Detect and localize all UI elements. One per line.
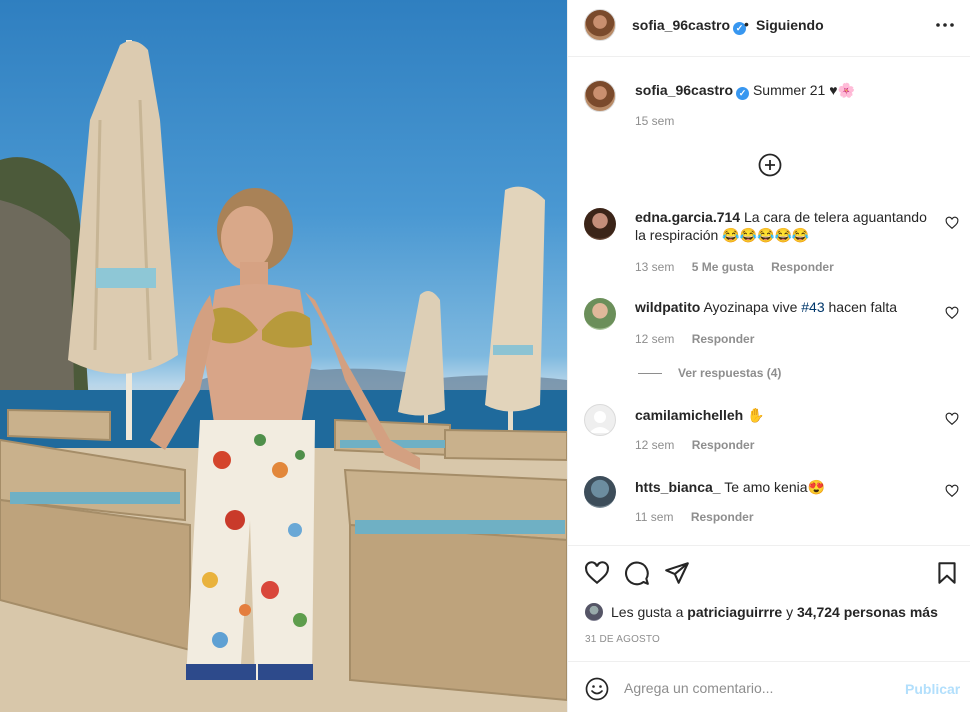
liker-username[interactable]: patriciaguirrre: [687, 604, 782, 620]
commenter-username[interactable]: htts_bianca_: [635, 479, 721, 495]
comment-input[interactable]: [624, 676, 894, 700]
comment-text: camilamichelleh ✋: [635, 406, 935, 424]
like-comment-heart-icon[interactable]: [945, 484, 959, 498]
like-comment-heart-icon[interactable]: [945, 216, 959, 230]
view-replies-label: Ver respuestas (4): [678, 366, 782, 380]
caption-username[interactable]: sofia_96castro: [635, 82, 733, 98]
replies-divider-line: [638, 373, 662, 375]
comment-body: Te amo kenia😍: [724, 479, 825, 495]
comment-body: ✋: [747, 407, 765, 423]
owner-avatar[interactable]: [584, 9, 616, 41]
caption-time[interactable]: 15 sem: [635, 114, 674, 128]
share-paper-plane-icon[interactable]: [664, 560, 690, 586]
caption-text: Summer 21 ♥🌸: [752, 82, 855, 98]
owner-username-row: sofia_96castro ✓: [632, 17, 747, 35]
commenter-username[interactable]: edna.garcia.714: [635, 209, 740, 225]
publish-button[interactable]: Publicar: [905, 681, 960, 697]
comment-text: htts_bianca_ Te amo kenia😍: [635, 478, 935, 496]
add-comment-bar: Publicar: [568, 661, 970, 712]
beach-scene-illustration: [0, 40, 567, 712]
reply-button[interactable]: Responder: [692, 438, 755, 452]
post-actions: Les gusta a patriciaguirrre y 34,724 per…: [568, 545, 970, 661]
follow-separator: •: [744, 16, 749, 32]
like-comment-heart-icon[interactable]: [945, 306, 959, 320]
hashtag-link[interactable]: #43: [801, 299, 824, 315]
post-header: sofia_96castro ✓ • Siguiendo: [568, 0, 970, 57]
caption: sofia_96castro ✓ Summer 21 ♥🌸: [635, 82, 855, 100]
like-comment-heart-icon[interactable]: [945, 412, 959, 426]
post-photo[interactable]: [0, 0, 567, 712]
comment-body: Ayozinapa vive: [703, 299, 798, 315]
reply-button[interactable]: Responder: [692, 332, 755, 346]
comment-bubble-icon[interactable]: [624, 560, 650, 586]
default-avatar-icon: [589, 411, 611, 433]
emoji-icon[interactable]: [585, 677, 609, 701]
commenter-avatar[interactable]: [584, 298, 616, 330]
comment-time[interactable]: 12 sem: [635, 332, 674, 346]
comment-meta: 11 sem Responder: [635, 510, 768, 524]
more-options-icon[interactable]: [934, 14, 956, 36]
comment-likes[interactable]: 5 Me gusta: [692, 260, 754, 274]
likes-prefix: Les gusta a: [611, 604, 684, 620]
likes-summary: Les gusta a patriciaguirrre y 34,724 per…: [585, 603, 938, 621]
commenter-avatar[interactable]: [584, 208, 616, 240]
likes-middle: y: [786, 604, 794, 620]
verified-badge-icon: ✓: [736, 87, 750, 100]
commenter-avatar[interactable]: [584, 404, 616, 436]
liker-avatar[interactable]: [585, 603, 603, 621]
commenter-username[interactable]: wildpatito: [635, 299, 700, 315]
comment-text: edna.garcia.714 La cara de telera aguant…: [635, 208, 935, 244]
comment-time[interactable]: 13 sem: [635, 260, 674, 274]
comment-meta: 13 sem 5 Me gusta Responder: [635, 260, 848, 274]
owner-username[interactable]: sofia_96castro: [632, 17, 730, 33]
like-heart-icon[interactable]: [584, 560, 610, 586]
post-detail-panel: sofia_96castro ✓ • Siguiendo sofia_96cast…: [567, 0, 970, 712]
comment-time[interactable]: 12 sem: [635, 438, 674, 452]
comment-text: wildpatito Ayozinapa vive #43 hacen falt…: [635, 298, 935, 316]
commenter-avatar[interactable]: [584, 476, 616, 508]
comment-meta: 12 sem Responder: [635, 332, 768, 346]
view-replies-button[interactable]: Ver respuestas (4): [638, 366, 781, 380]
comment-time[interactable]: 11 sem: [635, 510, 673, 524]
caption-avatar[interactable]: [584, 80, 616, 112]
following-button[interactable]: Siguiendo: [756, 17, 824, 33]
commenter-username[interactable]: camilamichelleh: [635, 407, 743, 423]
post-date[interactable]: 31 DE AGOSTO: [585, 634, 660, 645]
comment-meta: 12 sem Responder: [635, 438, 768, 452]
likes-count[interactable]: 34,724 personas más: [797, 604, 938, 620]
reply-button[interactable]: Responder: [771, 260, 834, 274]
reply-button[interactable]: Responder: [691, 510, 754, 524]
load-more-comments-icon[interactable]: [758, 153, 782, 177]
save-bookmark-icon[interactable]: [934, 560, 960, 586]
comment-body-end: hacen falta: [828, 299, 898, 315]
